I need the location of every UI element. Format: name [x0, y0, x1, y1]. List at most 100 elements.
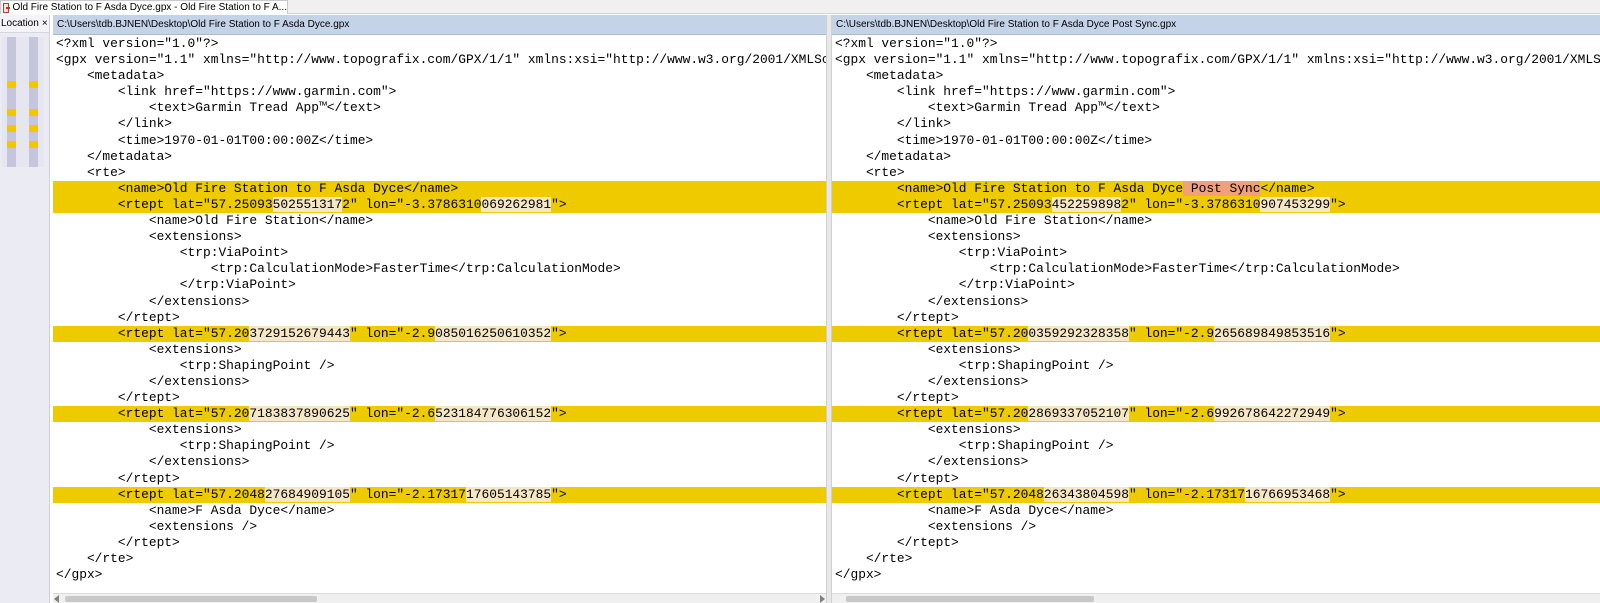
- code-line[interactable]: <metadata>: [53, 68, 826, 84]
- code-line[interactable]: </rtept>: [832, 471, 1600, 487]
- diff-code-line[interactable]: <name>Old Fire Station to F Asda Dyce</n…: [53, 180, 826, 197]
- left-compare-pane[interactable]: C:\Users\tdb.BJNEN\Desktop\Old Fire Stat…: [53, 15, 826, 603]
- scroll-right-icon[interactable]: [820, 595, 825, 603]
- code-line[interactable]: </rtept>: [832, 310, 1600, 326]
- code-text: <trp:ShapingPoint />: [835, 438, 1114, 454]
- left-scroll-thumb[interactable]: [65, 596, 317, 602]
- diff-marker[interactable]: [29, 141, 38, 148]
- code-line[interactable]: <name>Old Fire Station</name>: [53, 213, 826, 229]
- code-line[interactable]: </rtept>: [53, 471, 826, 487]
- diff-code-line[interactable]: <rtept lat="57.250934522598982" lon="-3.…: [832, 196, 1600, 214]
- code-line[interactable]: <trp:CalculationMode>FasterTime</trp:Cal…: [832, 261, 1600, 277]
- code-line[interactable]: <extensions>: [832, 342, 1600, 358]
- code-text: <rtept lat="57.20: [56, 406, 250, 422]
- code-line[interactable]: <extensions>: [53, 342, 826, 358]
- diff-marker[interactable]: [29, 81, 38, 88]
- code-line[interactable]: <time>1970-01-01T00:00:00Z</time>: [53, 133, 826, 149]
- changed-text: 0359292328358: [1028, 325, 1129, 341]
- diff-marker[interactable]: [29, 125, 38, 132]
- diff-code-line[interactable]: <name>Old Fire Station to F Asda Dyce Po…: [832, 180, 1600, 197]
- code-line[interactable]: <trp:CalculationMode>FasterTime</trp:Cal…: [53, 261, 826, 277]
- code-text: " lon="-2.6: [1128, 406, 1215, 422]
- diff-location-map[interactable]: [2, 37, 44, 167]
- code-line[interactable]: <extensions>: [832, 229, 1600, 245]
- code-line[interactable]: <time>1970-01-01T00:00:00Z</time>: [832, 133, 1600, 149]
- code-line[interactable]: <metadata>: [832, 68, 1600, 84]
- code-line[interactable]: <text>Garmin Tread App™</text>: [53, 100, 826, 116]
- code-text: " lon="-2.6: [349, 406, 436, 422]
- right-horizontal-scrollbar[interactable]: [832, 593, 1600, 603]
- right-scroll-thumb[interactable]: [846, 596, 1094, 602]
- diff-marker[interactable]: [7, 109, 16, 116]
- code-line[interactable]: </rte>: [53, 551, 826, 567]
- code-line[interactable]: <trp:ShapingPoint />: [53, 358, 826, 374]
- code-line[interactable]: <link href="https://www.garmin.com">: [832, 84, 1600, 100]
- diff-code-line[interactable]: <rtept lat="57.202869337052107" lon="-2.…: [832, 406, 1600, 423]
- code-line[interactable]: <name>F Asda Dyce</name>: [53, 503, 826, 519]
- code-line[interactable]: </trp:ViaPoint>: [53, 277, 826, 293]
- diff-code-line[interactable]: <rtept lat="57.204827684909105" lon="-2.…: [53, 486, 826, 503]
- code-line[interactable]: <name>F Asda Dyce</name>: [832, 503, 1600, 519]
- code-line[interactable]: <gpx version="1.1" xmlns="http://www.top…: [53, 52, 826, 68]
- code-line[interactable]: </extensions>: [53, 374, 826, 390]
- code-line[interactable]: <extensions />: [832, 519, 1600, 535]
- code-line[interactable]: <extensions>: [53, 422, 826, 438]
- code-text: ">: [551, 196, 567, 212]
- code-line[interactable]: </extensions>: [832, 374, 1600, 390]
- code-line[interactable]: <gpx version="1.1" xmlns="http://www.top…: [832, 52, 1600, 68]
- diff-code-line[interactable]: <rtept lat="57.203729152679443" lon="-2.…: [53, 325, 826, 342]
- code-line[interactable]: <extensions />: [53, 519, 826, 535]
- scroll-left-icon[interactable]: [54, 595, 59, 603]
- code-text: <rtept lat="57.20: [835, 406, 1029, 422]
- code-line[interactable]: <rte>: [53, 165, 826, 181]
- diff-marker[interactable]: [7, 81, 16, 88]
- code-line[interactable]: </metadata>: [832, 149, 1600, 165]
- code-line[interactable]: </rtept>: [53, 310, 826, 326]
- code-line[interactable]: </link>: [53, 116, 826, 132]
- code-line[interactable]: </gpx>: [53, 567, 826, 583]
- code-line[interactable]: <trp:ViaPoint>: [53, 245, 826, 261]
- code-text: </rtept>: [835, 470, 959, 486]
- code-line[interactable]: </extensions>: [832, 294, 1600, 310]
- code-text: <extensions />: [56, 518, 258, 534]
- diff-marker[interactable]: [7, 125, 16, 132]
- code-line[interactable]: </rte>: [832, 551, 1600, 567]
- diff-marker[interactable]: [29, 109, 38, 116]
- code-line[interactable]: </metadata>: [53, 149, 826, 165]
- code-line[interactable]: </rtept>: [53, 390, 826, 406]
- left-horizontal-scrollbar[interactable]: [53, 593, 826, 603]
- code-text: <time>1970-01-01T00:00:00Z</time>: [835, 132, 1153, 148]
- diff-code-line[interactable]: <rtept lat="57.207183837890625" lon="-2.…: [53, 406, 826, 423]
- code-line[interactable]: <text>Garmin Tread App™</text>: [832, 100, 1600, 116]
- code-line[interactable]: </rtept>: [832, 390, 1600, 406]
- left-code-view[interactable]: <?xml version="1.0"?> <gpx version="1.1" …: [53, 36, 826, 583]
- diff-marker[interactable]: [7, 141, 16, 148]
- code-line[interactable]: </gpx>: [832, 567, 1600, 583]
- code-line[interactable]: <?xml version="1.0"?>: [832, 36, 1600, 52]
- code-line[interactable]: <extensions>: [53, 229, 826, 245]
- code-line[interactable]: <extensions>: [832, 422, 1600, 438]
- code-line[interactable]: <trp:ShapingPoint />: [53, 438, 826, 454]
- code-line[interactable]: </extensions>: [53, 454, 826, 470]
- code-line[interactable]: <trp:ShapingPoint />: [832, 438, 1600, 454]
- code-line[interactable]: <name>Old Fire Station</name>: [832, 213, 1600, 229]
- code-line[interactable]: </rtept>: [832, 535, 1600, 551]
- code-line[interactable]: </trp:ViaPoint>: [832, 277, 1600, 293]
- code-line[interactable]: </rtept>: [53, 535, 826, 551]
- code-line[interactable]: <rte>: [832, 165, 1600, 181]
- code-line[interactable]: </extensions>: [53, 294, 826, 310]
- code-line[interactable]: </link>: [832, 116, 1600, 132]
- document-tab[interactable]: Old Fire Station to F Asda Dyce.gpx - Ol…: [0, 0, 288, 14]
- right-code-view[interactable]: <?xml version="1.0"?> <gpx version="1.1" …: [832, 36, 1600, 583]
- code-line[interactable]: <?xml version="1.0"?>: [53, 36, 826, 52]
- diff-code-line[interactable]: <rtept lat="57.200359292328358" lon="-2.…: [832, 325, 1600, 342]
- close-icon[interactable]: ×: [42, 18, 48, 29]
- right-compare-pane[interactable]: C:\Users\tdb.BJNEN\Desktop\Old Fire Stat…: [832, 15, 1600, 603]
- code-line[interactable]: <link href="https://www.garmin.com">: [53, 84, 826, 100]
- diff-code-line[interactable]: <rtept lat="57.250935025513172" lon="-3.…: [53, 196, 826, 214]
- code-text: <trp:ShapingPoint />: [835, 357, 1114, 373]
- diff-code-line[interactable]: <rtept lat="57.204826343804598" lon="-2.…: [832, 486, 1600, 503]
- code-line[interactable]: <trp:ShapingPoint />: [832, 358, 1600, 374]
- code-line[interactable]: <trp:ViaPoint>: [832, 245, 1600, 261]
- code-line[interactable]: </extensions>: [832, 454, 1600, 470]
